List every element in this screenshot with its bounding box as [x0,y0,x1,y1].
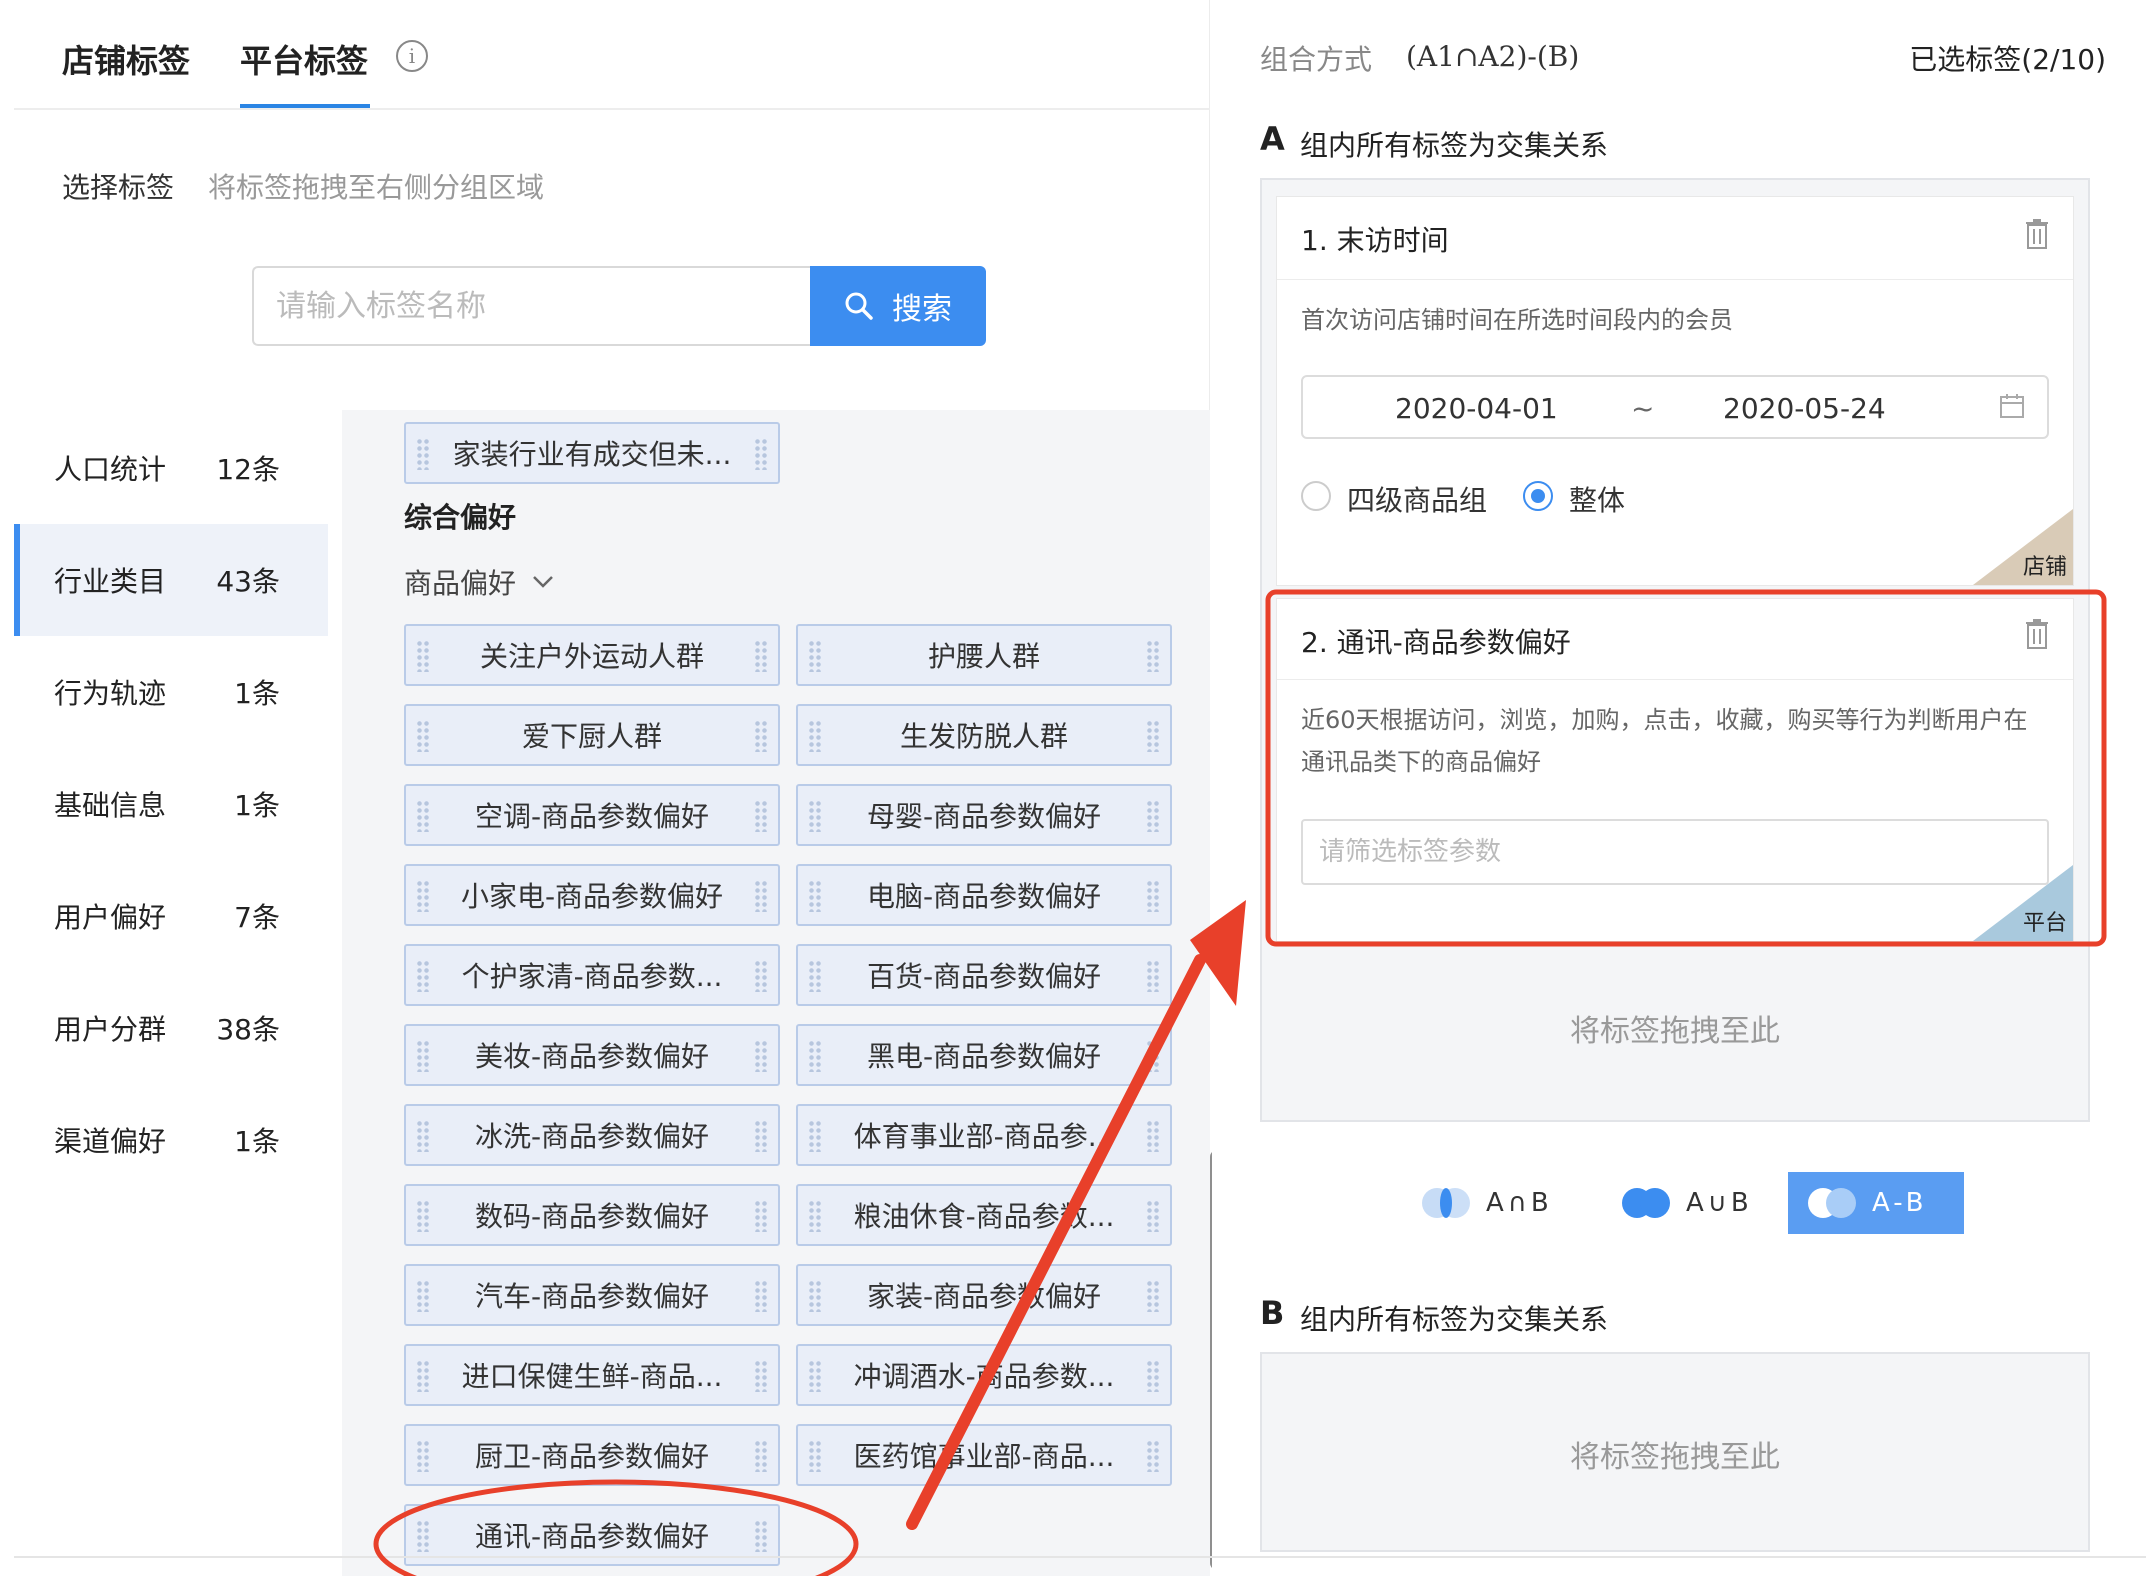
annotation-overlay [373,589,2107,1576]
highlight-rectangle [1265,589,2107,947]
annotation-arrow-shaft [906,954,1206,1530]
highlight-ellipse [373,1479,859,1576]
annotation-arrow-head [1190,900,1246,1006]
